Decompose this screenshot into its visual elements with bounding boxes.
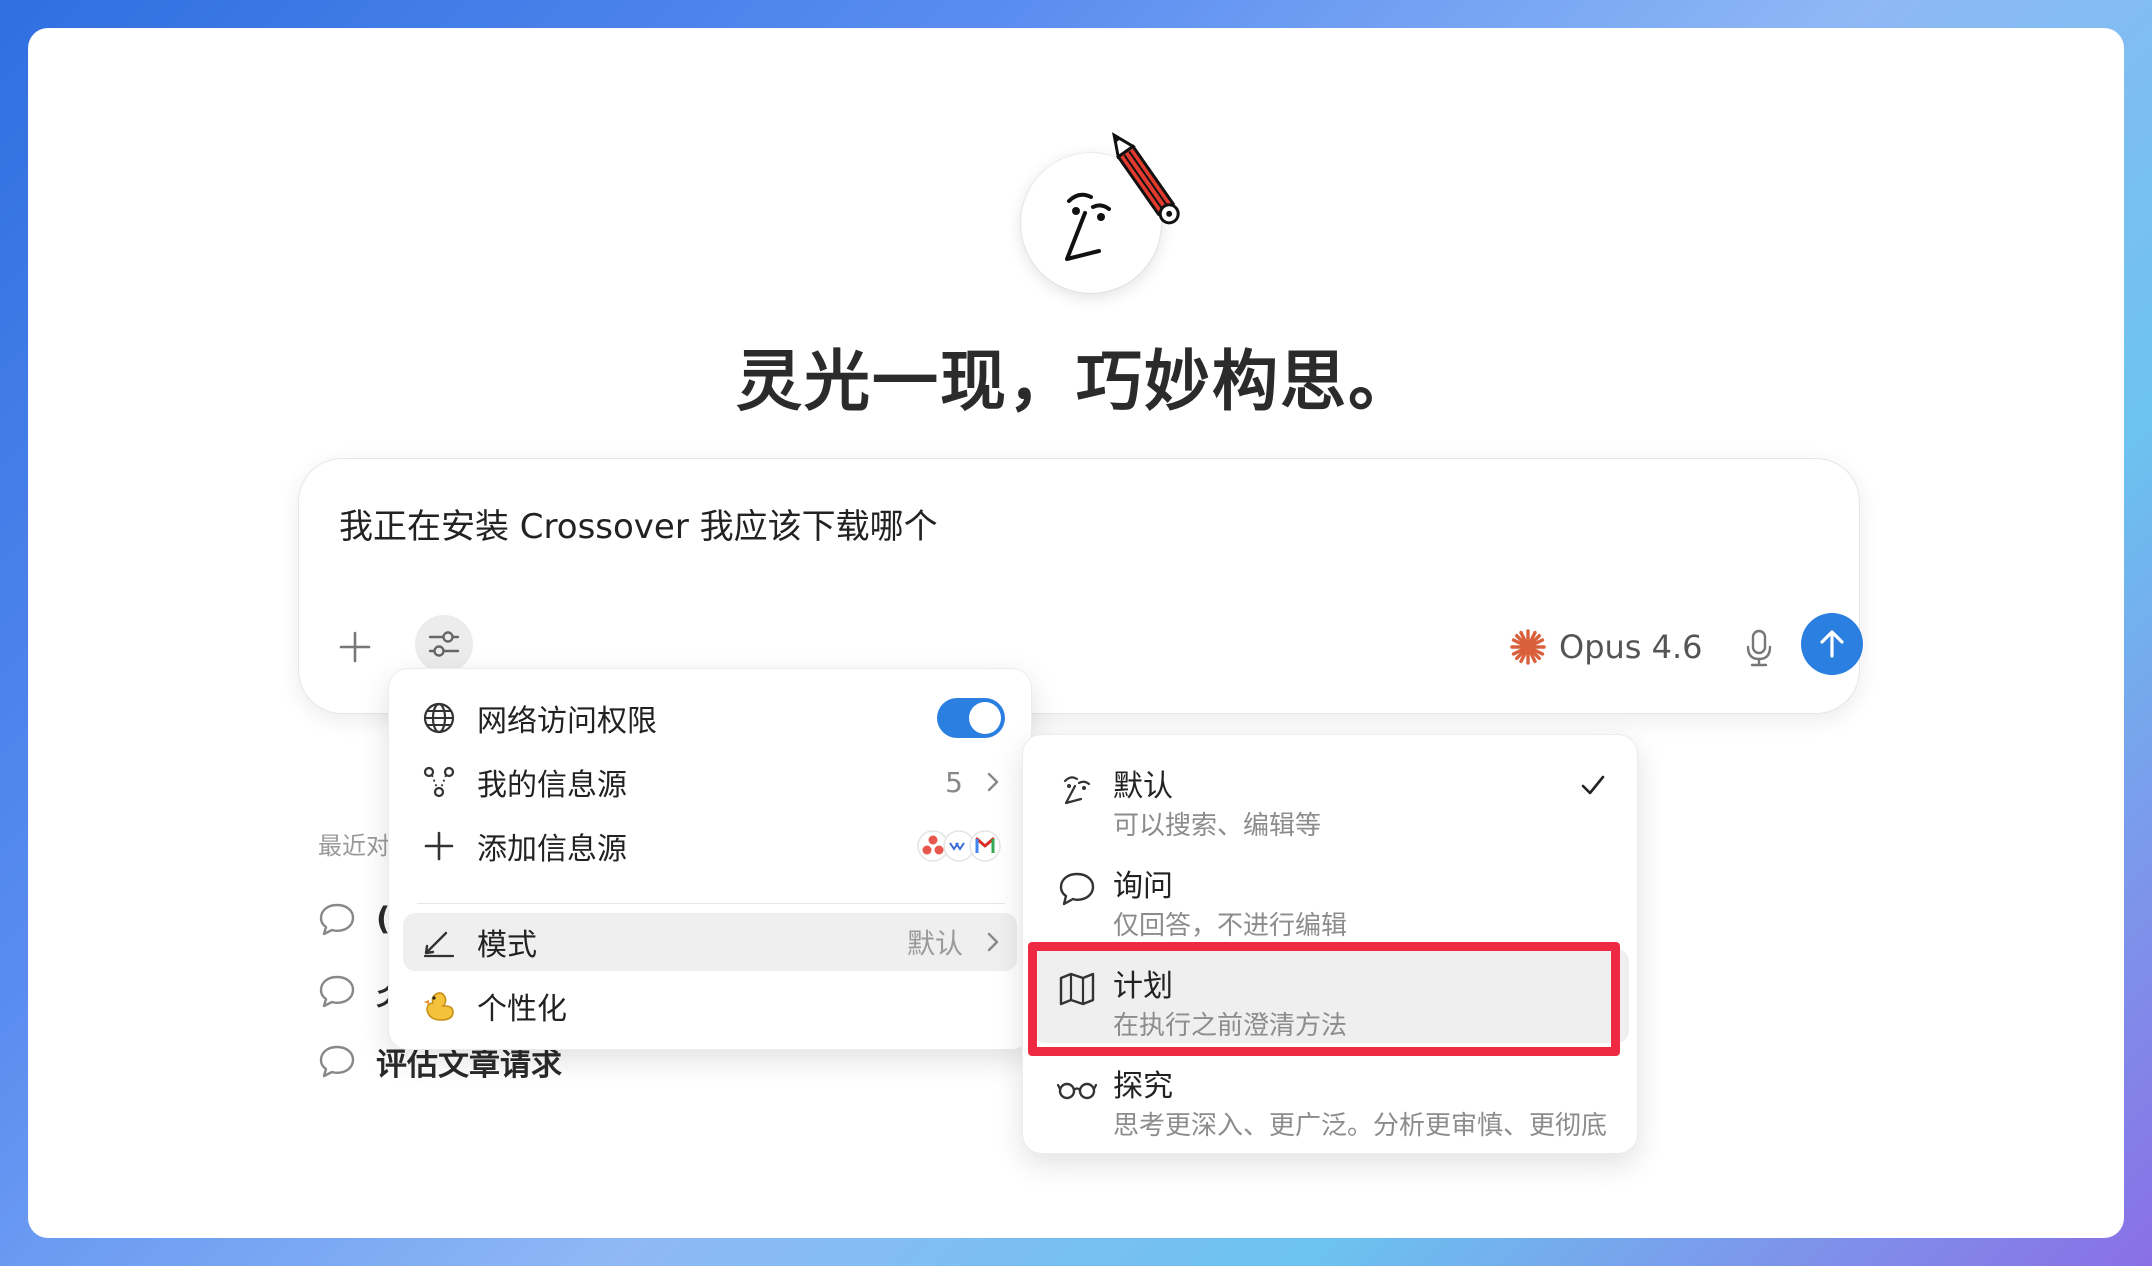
menu-item-add-source[interactable]: 添加信息源: [403, 817, 1017, 875]
mode-option-ask[interactable]: 询问 仅回答，不进行编辑: [1033, 849, 1629, 943]
face-pencil-icon: [1065, 132, 1180, 261]
menu-item-my-sources[interactable]: 我的信息源 5: [403, 753, 1017, 811]
menu-item-label: 个性化: [477, 992, 567, 1027]
model-name: Opus 4.6: [1559, 628, 1703, 666]
toggle-knob: [969, 702, 1001, 734]
recent-chats-label: 最近对: [318, 832, 390, 860]
menu-divider: [417, 903, 1005, 904]
pen-icon: [423, 931, 455, 958]
mic-icon: [1746, 629, 1772, 667]
nodes-icon: [423, 766, 455, 798]
mode-option-explore[interactable]: 探究 思考更深入、更广泛。分析更审慎、更彻底: [1033, 1049, 1629, 1143]
face-icon: [1063, 776, 1091, 805]
mode-description: 思考更深入、更广泛。分析更审慎、更彻底: [1113, 1111, 1608, 1141]
chat-bubble-icon: [319, 1045, 355, 1078]
menu-item-label: 我的信息源: [477, 768, 627, 803]
plus-icon: [339, 631, 371, 663]
globe-icon: [423, 702, 455, 734]
glasses-icon: [1057, 1082, 1097, 1100]
menu-item-label: 添加信息源: [477, 832, 627, 867]
plus-icon: [424, 831, 454, 861]
mode-description: 可以搜索、编辑等: [1113, 811, 1322, 841]
tools-menu: 网络访问权限 我的信息源 5 添加信息源 模式 默认 个性化: [388, 668, 1032, 1050]
voice-input-button[interactable]: [1739, 627, 1779, 669]
menu-item-label: 网络访问权限: [477, 704, 657, 739]
brand-logo: [1021, 132, 1180, 293]
mode-description: 仅回答，不进行编辑: [1113, 911, 1348, 941]
annotation-highlight: [1028, 942, 1620, 1056]
page-title: 灵光一现，巧妙构思。: [736, 343, 1416, 420]
sliders-icon: [428, 631, 460, 657]
mode-option-default[interactable]: 默认 可以搜索、编辑等: [1033, 749, 1629, 843]
model-selector[interactable]: Opus 4.6: [1509, 627, 1703, 667]
mode-title: 默认: [1113, 769, 1173, 804]
tools-button[interactable]: [415, 615, 473, 673]
mode-title: 探究: [1113, 1069, 1173, 1104]
menu-item-label: 模式: [477, 928, 537, 963]
menu-item-personalize[interactable]: 个性化: [403, 977, 1017, 1035]
chat-bubble-icon: [1059, 872, 1095, 906]
integration-logos-icon: [917, 830, 1001, 862]
chat-bubble-icon: [319, 975, 355, 1008]
sources-count: 5: [945, 765, 963, 799]
app-window: 灵光一现，巧妙构思。 我正在安装 Crossover 我应该下载哪个 Opus …: [28, 28, 2124, 1238]
add-attachment-button[interactable]: [335, 627, 375, 667]
send-button[interactable]: [1801, 613, 1863, 675]
recent-chat-item[interactable]: (: [318, 896, 390, 942]
duck-icon: [424, 992, 454, 1021]
message-input[interactable]: 我正在安装 Crossover 我应该下载哪个: [339, 499, 938, 548]
chevron-right-icon: [987, 772, 999, 792]
sparkle-icon: [1510, 629, 1546, 665]
network-access-toggle[interactable]: [937, 698, 1005, 738]
menu-item-network-access[interactable]: 网络访问权限: [403, 689, 1017, 747]
arrow-up-icon: [1820, 630, 1844, 658]
chevron-right-icon: [987, 932, 999, 952]
current-mode-value: 默认: [906, 927, 963, 960]
mode-title: 询问: [1113, 869, 1173, 904]
menu-item-mode[interactable]: 模式 默认: [403, 913, 1017, 971]
check-icon: [1581, 775, 1605, 795]
chat-bubble-icon: [319, 903, 355, 936]
